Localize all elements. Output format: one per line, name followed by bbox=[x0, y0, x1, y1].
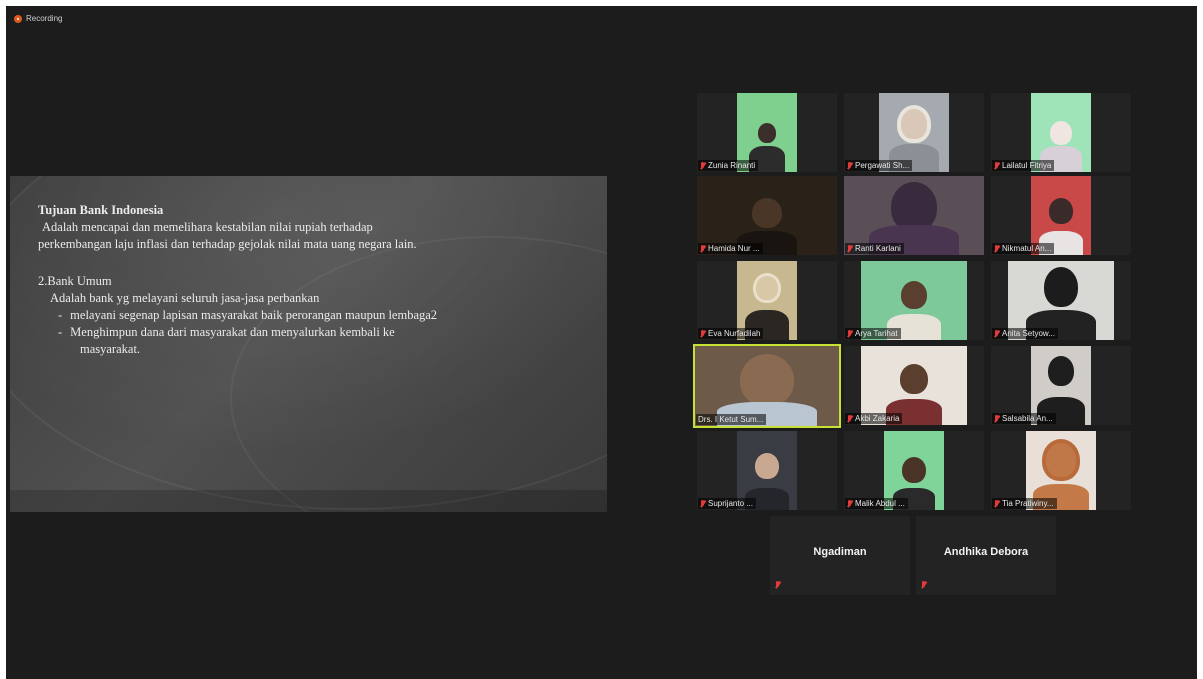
participant-name-tag: Hamida Nur ... bbox=[698, 243, 763, 254]
participant-name: Nikmatul An... bbox=[1002, 244, 1052, 253]
participant-name: Ranti Karlani bbox=[855, 244, 901, 253]
participant-name-tag: Eva Nurfadilah bbox=[698, 328, 764, 339]
slide-section-title: 2.Bank Umum bbox=[38, 274, 112, 288]
muted-mic-icon bbox=[994, 161, 999, 170]
participant-name-tag: Anita Setyow... bbox=[992, 328, 1058, 339]
person-head bbox=[901, 281, 927, 309]
participant-name: Zunia Rinanti bbox=[708, 161, 756, 170]
person-head bbox=[753, 273, 781, 303]
participant-tile[interactable]: Akbi Zakaria bbox=[844, 346, 984, 425]
recording-icon bbox=[14, 14, 22, 23]
participant-tile[interactable]: Salsabila An... bbox=[991, 346, 1131, 425]
bullet-text: melayani segenap lapisan masyarakat baik… bbox=[70, 308, 438, 322]
participant-name: Anita Setyow... bbox=[1002, 329, 1055, 338]
muted-mic-icon bbox=[994, 329, 999, 338]
participant-name: Suprijanto ... bbox=[708, 499, 753, 508]
person-head bbox=[900, 364, 928, 394]
participant-name-tag: Zunia Rinanti bbox=[698, 160, 759, 171]
recording-indicator[interactable]: Recording bbox=[14, 14, 62, 23]
muted-mic-icon bbox=[700, 329, 705, 338]
person-head bbox=[740, 354, 794, 406]
participant-tile[interactable]: Lailatul Fitriya bbox=[991, 93, 1131, 172]
participant-name-tag: Arya Tarihat bbox=[845, 328, 901, 339]
muted-mic-icon bbox=[994, 244, 999, 253]
person-head bbox=[1049, 198, 1073, 224]
participant-name-tag: Lailatul Fitriya bbox=[992, 160, 1055, 171]
participant-tile[interactable]: Ranti Karlani bbox=[844, 176, 984, 255]
muted-mic-icon bbox=[847, 161, 852, 170]
participant-name: Akbi Zakaria bbox=[855, 414, 900, 423]
bullet-text: Menghimpun dana dari masyarakat dan meny… bbox=[70, 325, 395, 339]
participant-name: Eva Nurfadilah bbox=[708, 329, 761, 338]
meeting-window: Recording Tujuan Bank Indonesia Adalah m… bbox=[6, 6, 1197, 679]
person-head bbox=[1050, 121, 1072, 145]
muted-mic-icon bbox=[775, 581, 780, 589]
person-head bbox=[897, 105, 931, 143]
participant-name: Hamida Nur ... bbox=[708, 244, 760, 253]
participant-tile[interactable]: Hamida Nur ... bbox=[697, 176, 837, 255]
muted-mic-icon bbox=[847, 244, 852, 253]
audio-participant-tile[interactable]: Ngadiman bbox=[770, 516, 910, 595]
slide-content: Tujuan Bank Indonesia Adalah mencapai da… bbox=[38, 202, 577, 358]
participant-name-tag: Akbi Zakaria bbox=[845, 413, 903, 424]
participant-name-tag: Tia Pratiwiny... bbox=[992, 498, 1057, 509]
participant-name-tag: Ranti Karlani bbox=[845, 243, 904, 254]
muted-mic-icon bbox=[994, 499, 999, 508]
person-head bbox=[902, 457, 926, 483]
person-head bbox=[755, 453, 779, 479]
participant-name: Pergawati Sh... bbox=[855, 161, 910, 170]
participant-name-tag: Drs. I Ketut Sum... bbox=[696, 414, 767, 425]
participant-name: Arya Tarihat bbox=[855, 329, 898, 338]
participant-tile[interactable]: Suprijanto ... bbox=[697, 431, 837, 510]
muted-mic-icon bbox=[700, 499, 705, 508]
recording-label: Recording bbox=[26, 14, 63, 23]
person-head bbox=[1042, 439, 1080, 481]
participant-name-tag: Nikmatul An... bbox=[992, 243, 1055, 254]
person-head bbox=[1044, 267, 1078, 307]
participant-tile[interactable]: Pergawati Sh... bbox=[844, 93, 984, 172]
muted-mic-icon bbox=[700, 161, 705, 170]
participant-name-tag: Salsabila An... bbox=[992, 413, 1056, 424]
slide-bullet: - Menghimpun dana dari masyarakat dan me… bbox=[38, 324, 577, 341]
muted-mic-icon bbox=[921, 581, 926, 589]
participant-tile-active-speaker[interactable]: Drs. I Ketut Sum... bbox=[693, 344, 841, 428]
person-head bbox=[752, 198, 782, 228]
participant-name: Andhika Debora bbox=[943, 546, 1029, 558]
participant-name: Tia Pratiwiny... bbox=[1002, 499, 1054, 508]
participant-tile[interactable]: Zunia Rinanti bbox=[697, 93, 837, 172]
audio-participant-tile[interactable]: Andhika Debora bbox=[916, 516, 1056, 595]
participant-name-tag: Suprijanto ... bbox=[698, 498, 756, 509]
participant-tile[interactable]: Arya Tarihat bbox=[844, 261, 984, 340]
slide-text-line: Adalah bank yg melayani seluruh jasa-jas… bbox=[50, 291, 320, 305]
participant-name: Malik Abdul ... bbox=[855, 499, 905, 508]
participant-name: Lailatul Fitriya bbox=[1002, 161, 1052, 170]
participant-name-tag: Pergawati Sh... bbox=[845, 160, 913, 171]
bullet-marker: - bbox=[58, 308, 63, 322]
bullet-text-continued: masyarakat. bbox=[80, 342, 141, 356]
muted-mic-icon bbox=[847, 499, 852, 508]
slide-footer-band bbox=[10, 490, 607, 512]
participant-name: Salsabila An... bbox=[1002, 414, 1053, 423]
participant-tile[interactable]: Tia Pratiwiny... bbox=[991, 431, 1131, 510]
participant-tile[interactable]: Anita Setyow... bbox=[991, 261, 1131, 340]
participant-tile[interactable]: Eva Nurfadilah bbox=[697, 261, 837, 340]
muted-mic-icon bbox=[994, 414, 999, 423]
participant-name: Ngadiman bbox=[813, 546, 867, 558]
participant-name: Drs. I Ketut Sum... bbox=[698, 415, 764, 424]
muted-mic-icon bbox=[847, 329, 852, 338]
slide-text-line: Adalah mencapai dan memelihara kestabila… bbox=[42, 220, 373, 234]
person-head bbox=[1048, 356, 1074, 386]
muted-mic-icon bbox=[700, 244, 705, 253]
bullet-marker: - bbox=[58, 325, 63, 339]
person-head bbox=[758, 123, 776, 143]
slide-title: Tujuan Bank Indonesia bbox=[38, 203, 164, 217]
participant-tile[interactable]: Malik Abdul ... bbox=[844, 431, 984, 510]
participant-name-tag: Malik Abdul ... bbox=[845, 498, 908, 509]
participant-tile[interactable]: Nikmatul An... bbox=[991, 176, 1131, 255]
shared-screen-slide: Tujuan Bank Indonesia Adalah mencapai da… bbox=[10, 176, 607, 512]
slide-bullet: - melayani segenap lapisan masyarakat ba… bbox=[38, 307, 577, 324]
slide-text-line: perkembangan laju inflasi dan terhadap g… bbox=[38, 237, 417, 251]
muted-mic-icon bbox=[847, 414, 852, 423]
